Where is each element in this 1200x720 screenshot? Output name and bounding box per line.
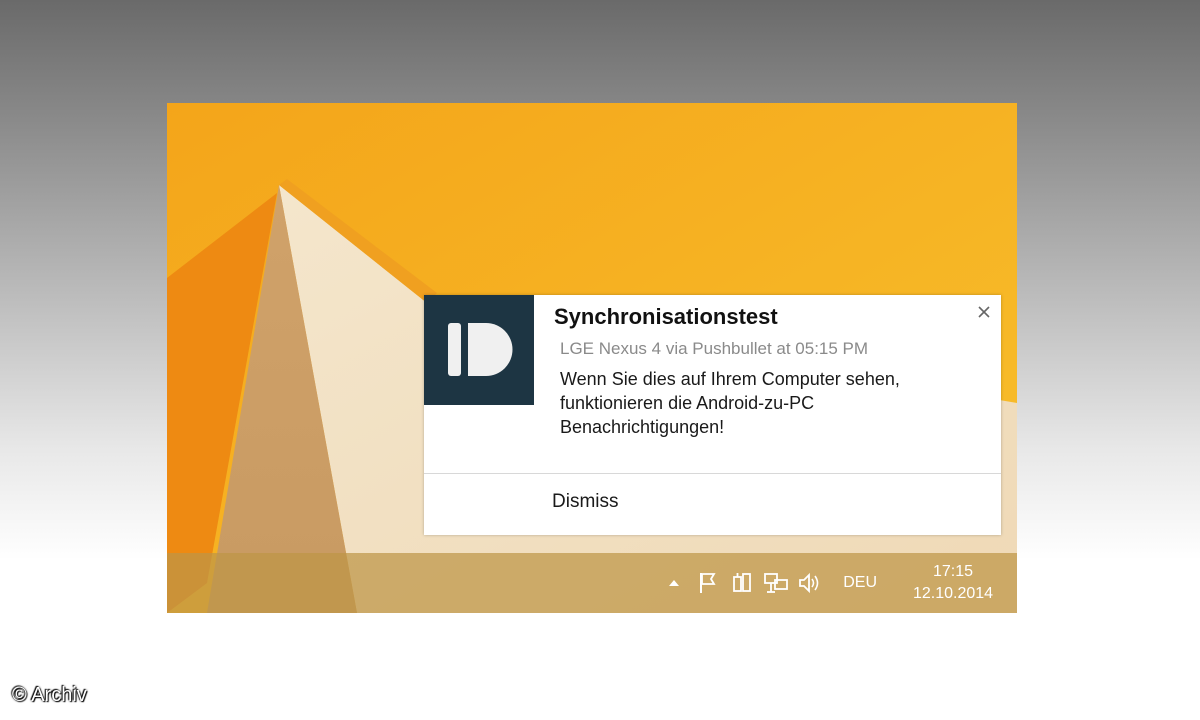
volume-icon[interactable]: [795, 568, 825, 598]
divider: [424, 473, 1001, 474]
copyright-watermark: © Archiv: [12, 684, 87, 706]
notification-body: Wenn Sie dies auf Ihrem Computer sehen, …: [560, 369, 900, 437]
clock[interactable]: 17:15 12.10.2014: [903, 561, 1003, 605]
pushbullet-logo-icon: [424, 295, 534, 405]
language-indicator[interactable]: DEU: [843, 574, 877, 592]
notification-title: Synchronisationstest: [554, 304, 778, 329]
network-icon[interactable]: [761, 568, 791, 598]
close-icon[interactable]: [975, 303, 993, 321]
system-tray: DEU 17:15 12.10.2014: [659, 553, 1017, 613]
clock-time: 17:15: [932, 563, 974, 580]
dismiss-button[interactable]: Dismiss: [552, 491, 619, 513]
action-center-flag-icon[interactable]: [693, 568, 723, 598]
show-hidden-icons-arrow-icon[interactable]: [659, 568, 689, 598]
clock-date: 12.10.2014: [912, 585, 994, 602]
desktop-screenshot: DEU 17:15 12.10.2014 Synchronisationstes…: [167, 103, 1017, 613]
power-icon[interactable]: [727, 568, 757, 598]
taskbar: DEU 17:15 12.10.2014: [167, 553, 1017, 613]
toast-notification[interactable]: Synchronisationstest LGE Nexus 4 via Pus…: [424, 295, 1001, 535]
notification-source: LGE Nexus 4 via Pushbullet at 05:15 PM: [560, 339, 869, 358]
